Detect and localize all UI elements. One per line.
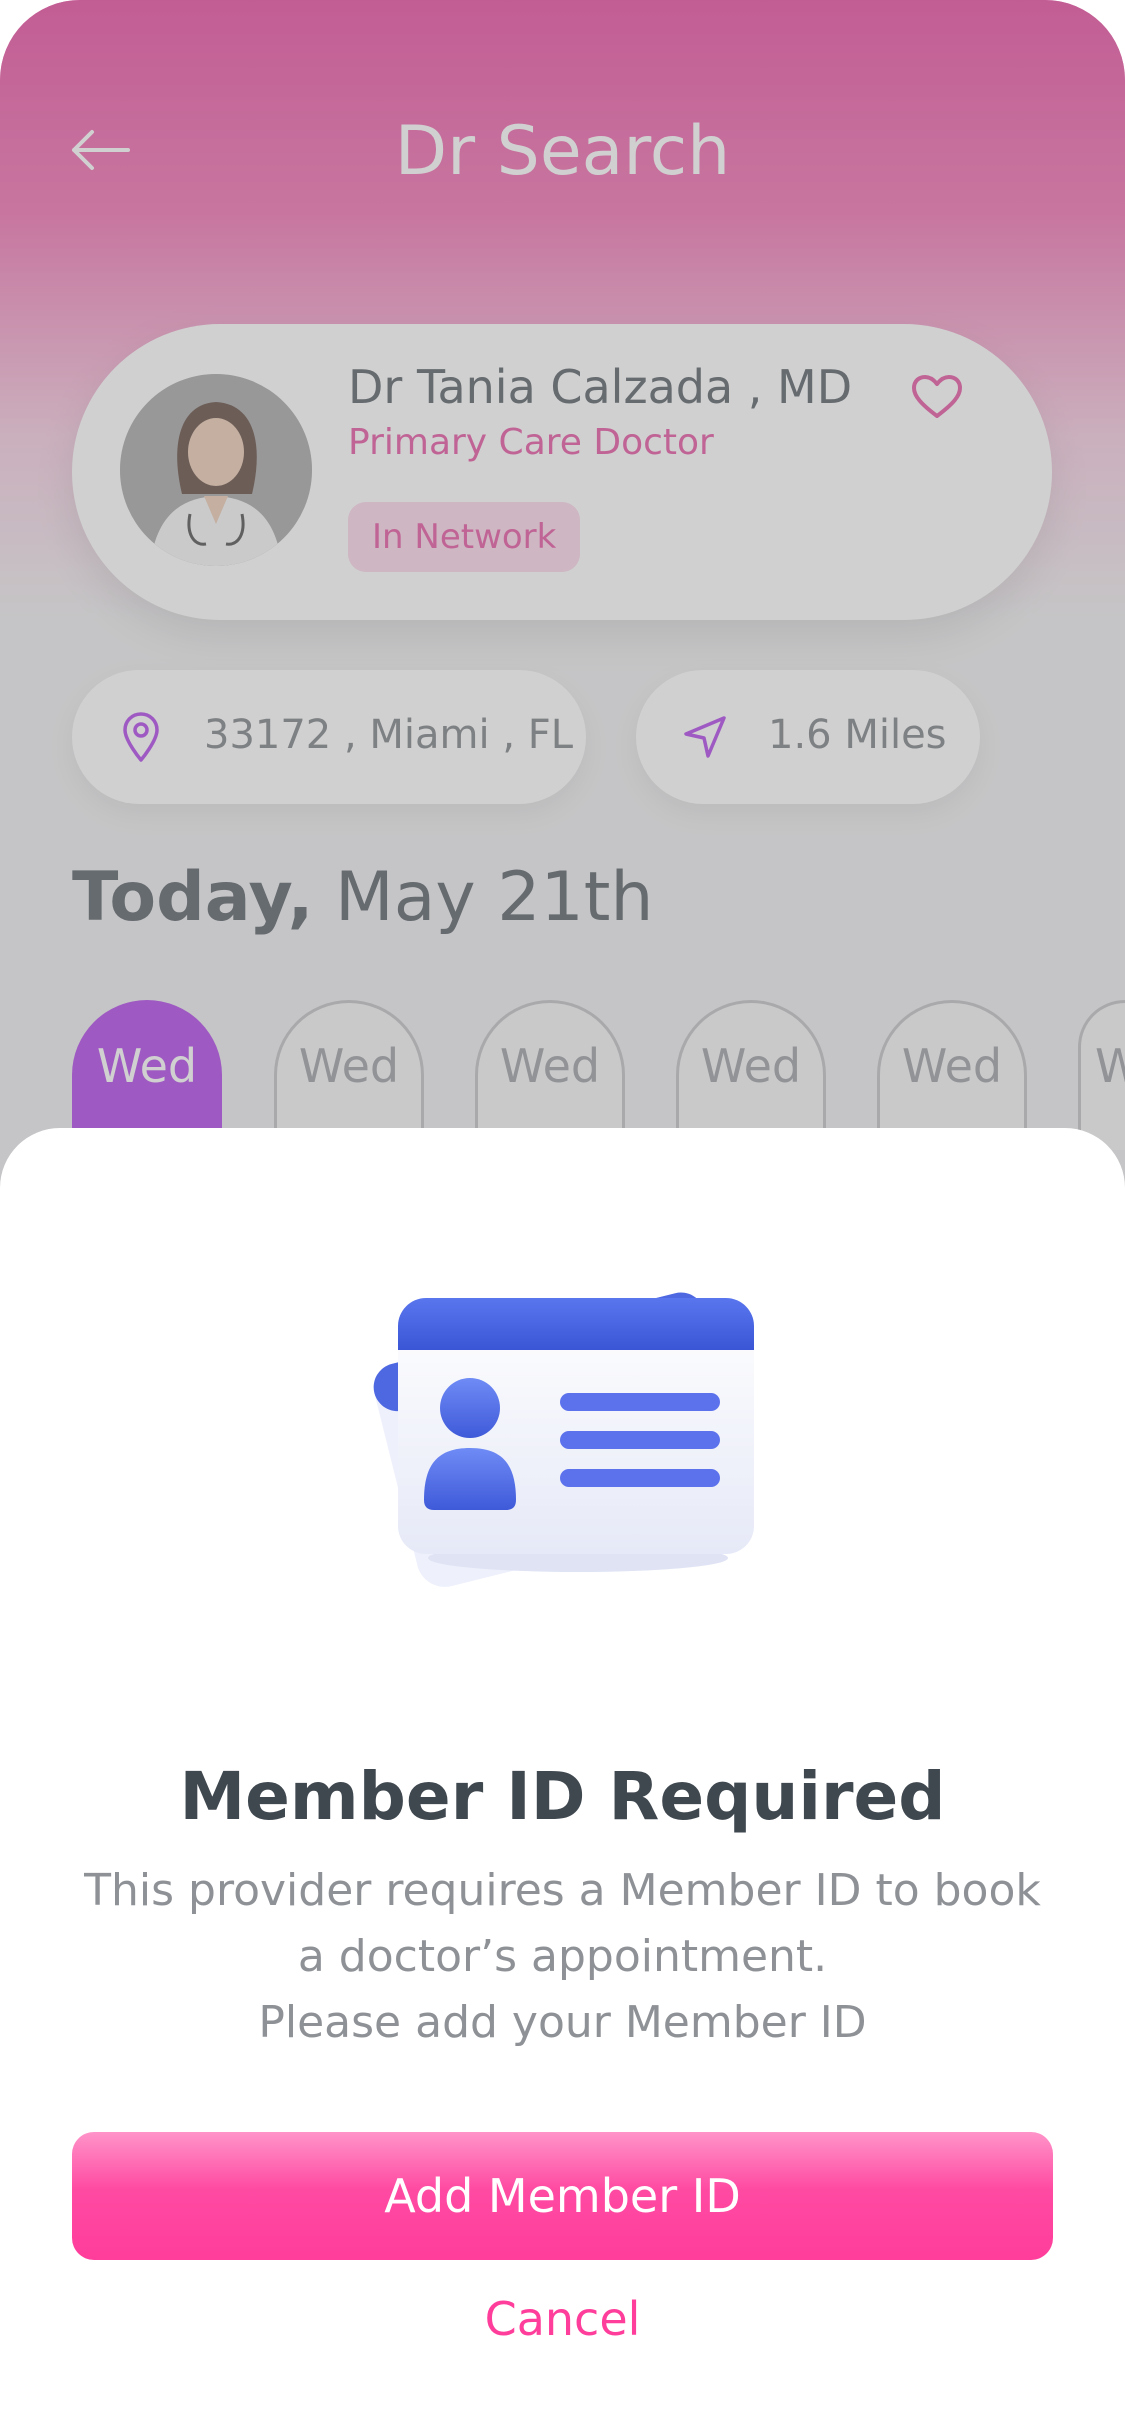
member-id-bottom-sheet: Member ID Required This provider require…	[0, 1128, 1125, 2436]
cancel-button[interactable]: Cancel	[0, 2292, 1125, 2346]
modal-title: Member ID Required	[179, 1758, 946, 1835]
modal-message-line: This provider requires a Member ID to bo…	[84, 1865, 1041, 1916]
modal-message-line: a doctor’s appointment.	[297, 1931, 828, 1982]
add-member-id-button[interactable]: Add Member ID	[72, 2132, 1053, 2260]
modal-message: This provider requires a Member ID to bo…	[60, 1858, 1065, 2056]
modal-message-line: Please add your Member ID	[258, 1997, 867, 2048]
id-card-icon	[348, 1238, 768, 1598]
